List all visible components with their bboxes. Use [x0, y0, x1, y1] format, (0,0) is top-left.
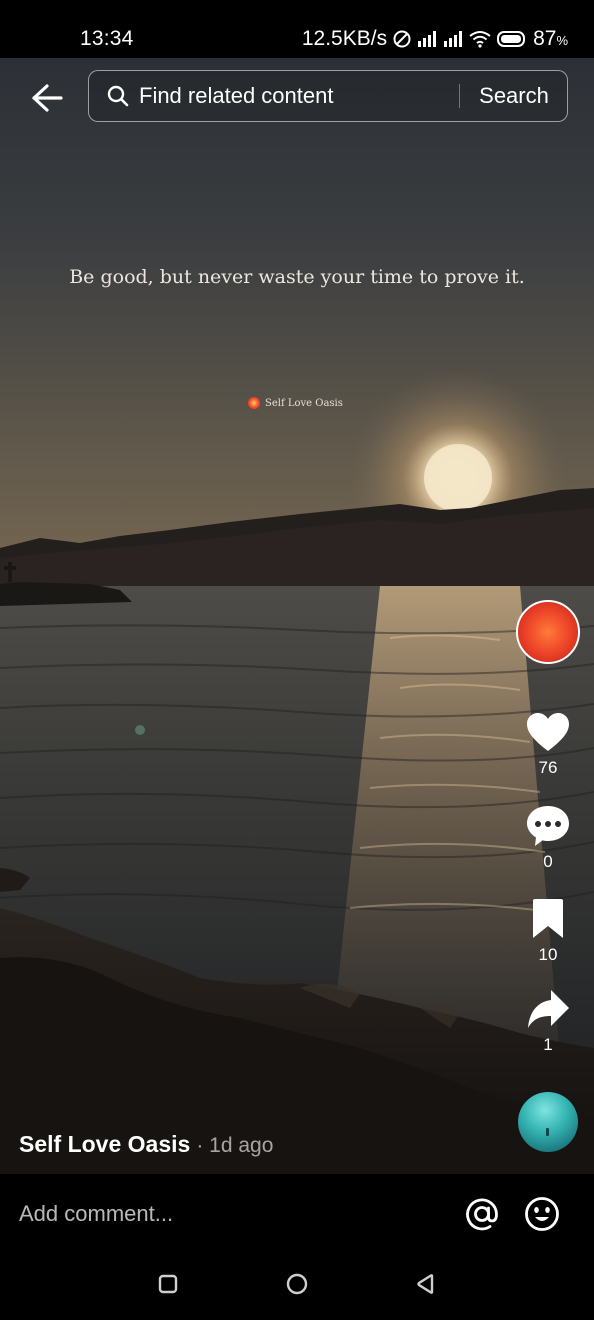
- share-count: 1: [543, 1035, 553, 1054]
- video-frame: [0, 58, 594, 1174]
- share-action: 1: [518, 985, 578, 1055]
- top-bar: Find related content Search: [0, 58, 594, 138]
- nav-back-button[interactable]: [406, 1268, 446, 1300]
- smiley-icon: [525, 1197, 559, 1231]
- system-nav-bar: [0, 1254, 594, 1320]
- network-speed: 12.5KB/s: [301, 27, 388, 50]
- arrow-left-icon: [32, 84, 63, 112]
- status-bar: 13:34 12.5KB/s 87%: [0, 0, 594, 58]
- circle-icon: [286, 1273, 308, 1295]
- at-sign-icon: [466, 1198, 498, 1231]
- video-player[interactable]: Be good, but never waste your time to pr…: [0, 58, 594, 1174]
- wifi-icon: [469, 31, 491, 48]
- battery-icon: [497, 31, 526, 47]
- like-action: 76: [518, 708, 578, 778]
- status-time: 13:34: [80, 27, 134, 50]
- author-info: Self Love Oasis · 1d ago: [19, 1131, 273, 1158]
- brand-watermark-text: Self Love Oasis: [265, 397, 343, 409]
- battery-percent: 87%: [533, 27, 568, 50]
- save-count: 10: [538, 945, 558, 964]
- comment-bar: Add comment...: [0, 1174, 594, 1254]
- signal-icon: [418, 31, 437, 47]
- triangle-back-icon: [417, 1274, 434, 1294]
- square-icon: [158, 1274, 178, 1294]
- comment-count: 0: [543, 852, 553, 871]
- search-icon: [107, 85, 129, 107]
- like-button[interactable]: [518, 708, 578, 756]
- comment-action: 0: [518, 802, 578, 872]
- nav-home-button[interactable]: [277, 1268, 317, 1300]
- brand-logo-icon: [248, 397, 260, 409]
- save-action: 10: [518, 895, 578, 965]
- like-count: 76: [538, 758, 558, 777]
- comment-input[interactable]: Add comment...: [19, 1174, 439, 1254]
- emoji-button[interactable]: [522, 1194, 562, 1234]
- bookmark-icon: [533, 899, 563, 938]
- heart-icon: [527, 713, 569, 751]
- status-icons: 12.5KB/s 87%: [302, 27, 568, 51]
- signal-icon-2: [444, 31, 463, 47]
- search-input[interactable]: Find related content: [139, 71, 439, 121]
- save-button[interactable]: [518, 895, 578, 943]
- search-button[interactable]: Search: [461, 71, 567, 121]
- share-arrow-icon: [528, 990, 569, 1028]
- comment-bubble-icon: [527, 806, 569, 846]
- back-button[interactable]: [26, 78, 68, 118]
- music-disc[interactable]: [518, 1092, 578, 1152]
- comment-button[interactable]: [518, 802, 578, 850]
- share-button[interactable]: [518, 985, 578, 1033]
- brand-watermark: Self Love Oasis: [248, 397, 343, 409]
- screen: 13:34 12.5KB/s 87% Be good, but never wa…: [0, 0, 594, 1320]
- post-age: · 1d ago: [196, 1134, 274, 1157]
- search-divider: [459, 84, 460, 108]
- video-quote-text: Be good, but never waste your time to pr…: [69, 266, 525, 288]
- mention-button[interactable]: [462, 1194, 502, 1234]
- do-not-disturb-icon: [393, 30, 411, 48]
- nav-recents-button[interactable]: [148, 1268, 188, 1300]
- search-box: Find related content Search: [88, 70, 568, 122]
- creator-avatar[interactable]: [516, 600, 580, 664]
- author-name[interactable]: Self Love Oasis: [19, 1131, 190, 1158]
